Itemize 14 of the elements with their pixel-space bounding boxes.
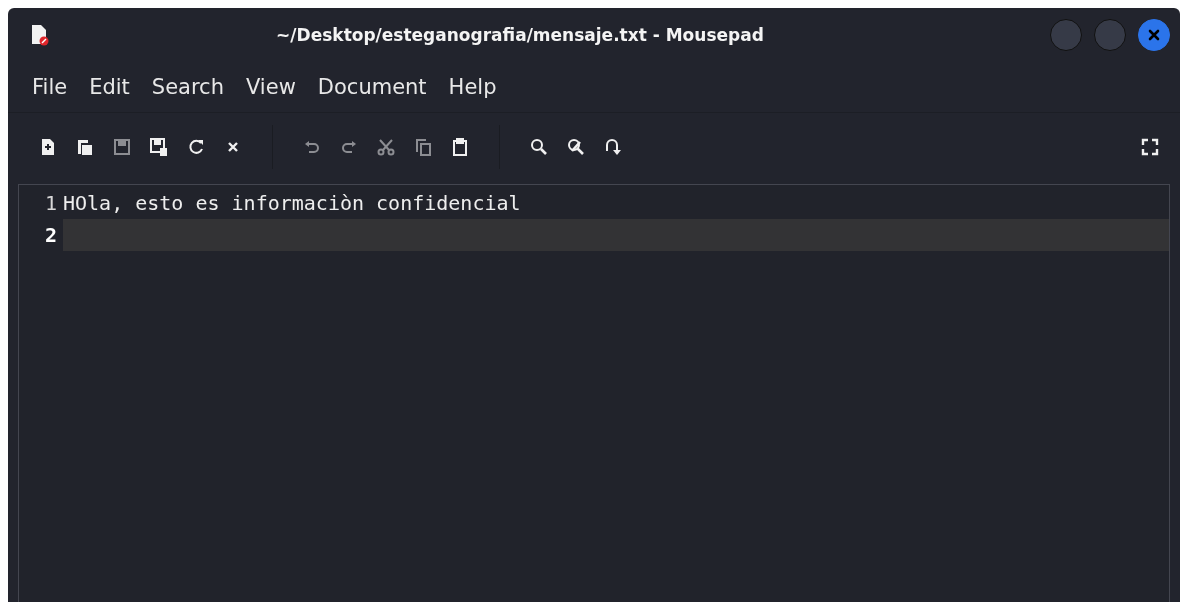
menu-item[interactable]: Help [438, 71, 507, 103]
line-number: 1 [43, 191, 58, 215]
close-button[interactable] [1138, 19, 1170, 51]
window-title: ~/Desktop/esteganografia/mensaje.txt - Mousepad [275, 25, 765, 45]
document-icon [30, 24, 50, 46]
text-line: HOla, esto es informaciòn confidencial [63, 190, 522, 217]
menu-item[interactable]: View [235, 71, 306, 103]
close-icon [1147, 28, 1161, 42]
menu-item[interactable]: Search [141, 71, 234, 103]
text-editor[interactable]: 1 HOla, esto es informaciòn confidencial 2 [18, 184, 1170, 602]
menu-item[interactable]: Document [307, 71, 437, 103]
line-number: 2 [43, 223, 58, 247]
menu-item[interactable]: File [22, 71, 78, 103]
menu-item[interactable]: Edit [79, 71, 140, 103]
